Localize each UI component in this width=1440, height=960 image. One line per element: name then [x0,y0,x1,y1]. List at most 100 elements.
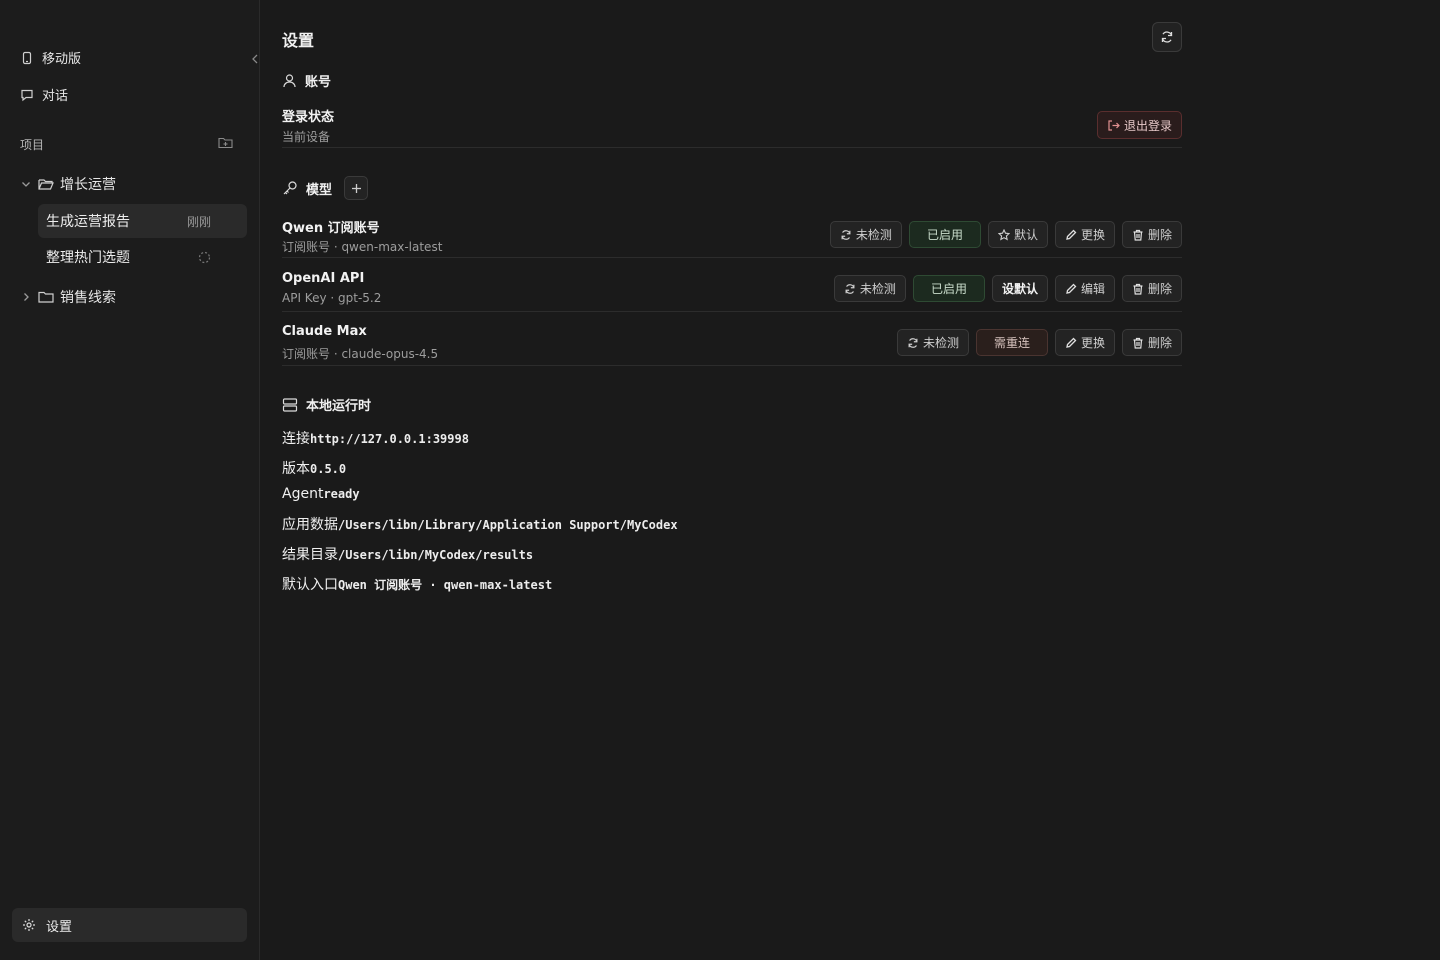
status-label: 需重连 [993,336,1030,350]
set-default-button[interactable]: 设默认 [991,275,1048,302]
set-default-button[interactable]: 默认 [987,221,1048,248]
runtime-row-connection: 连接 http://127.0.0.1:39998 [282,428,469,448]
action-label: 更换 [1080,336,1105,350]
project-sales[interactable]: 销售线索 [20,287,116,307]
pencil-icon [1065,229,1077,241]
check-label: 未检测 [855,228,892,242]
page-title: 设置 [282,31,315,50]
account-heading: 账号 [305,75,332,90]
chevron-right-icon[interactable] [20,291,32,303]
model-sub: API Key · gpt-5.2 [282,291,382,305]
sidebar-item-mobile[interactable]: 移动版 [20,48,81,67]
runtime-value: ready [323,487,360,501]
runtime-label: 应用数据 [282,517,338,533]
login-status-row: 登录状态 当前设备 退出登录 [282,104,1182,148]
sidebar-item-label: 对话 [42,89,69,104]
delete-button[interactable]: 删除 [1121,329,1182,356]
refresh-icon [844,283,856,295]
model-row: OpenAI API API Key · gpt-5.2 未检测 已启用 设默认… [282,268,1182,312]
default-label: 默认 [1013,228,1038,242]
chevron-down-icon[interactable] [20,178,32,190]
collapse-sidebar-icon[interactable] [250,52,260,66]
delete-label: 删除 [1147,228,1172,242]
default-label: 设默认 [1001,282,1038,296]
status-badge[interactable]: 需重连 [975,329,1048,356]
runtime-label: 结果目录 [282,547,338,563]
thread-item-topics[interactable]: 整理热门选题 [38,240,247,274]
trash-icon [1132,283,1144,295]
new-folder-icon[interactable] [218,136,233,149]
refresh-icon [840,229,852,241]
replace-button[interactable]: 更换 [1054,221,1115,248]
model-name: Qwen 订阅账号 [282,221,380,236]
sidebar-settings-button[interactable]: 设置 [12,908,247,942]
runtime-label: 默认入口 [282,577,338,593]
sidebar-item-chat[interactable]: 对话 [20,85,68,104]
trash-icon [1132,337,1144,349]
logout-icon [1107,119,1120,132]
status-badge[interactable]: 已启用 [912,275,985,302]
edit-button[interactable]: 编辑 [1054,275,1115,302]
delete-label: 删除 [1147,336,1172,350]
user-icon [282,73,297,88]
refresh-button[interactable] [1152,22,1182,52]
check-label: 未检测 [859,282,896,296]
runtime-row-version: 版本 0.5.0 [282,458,346,478]
status-badge[interactable]: 已启用 [908,221,981,248]
project-name: 增长运营 [60,177,116,193]
delete-button[interactable]: 删除 [1121,221,1182,248]
runtime-row-default-entry: 默认入口 Qwen 订阅账号 · qwen-max-latest [282,574,552,594]
refresh-icon [907,337,919,349]
thread-title: 整理热门选题 [46,250,130,266]
status-label: 已启用 [930,282,967,296]
models-heading: 模型 [306,182,333,198]
add-model-button[interactable] [344,176,369,200]
pencil-icon [1065,283,1077,295]
sidebar: 移动版 对话 项目 增长运营 生成运营报告 刚刚 整理热门选题 销售线索 设置 [0,0,260,960]
thread-item-report[interactable]: 生成运营报告 刚刚 [38,204,247,238]
login-status-sub: 当前设备 [282,130,331,144]
runtime-value: /Users/libn/Library/Application Support/… [338,518,678,532]
runtime-value: Qwen 订阅账号 · qwen-max-latest [338,578,553,592]
model-sub: 订阅账号 · qwen-max-latest [282,240,443,254]
folder-open-icon [38,177,54,191]
runtime-label: Agent [282,486,324,502]
logout-button[interactable]: 退出登录 [1096,111,1182,139]
runtime-heading: 本地运行时 [306,399,372,414]
pencil-icon [1065,337,1077,349]
replace-button[interactable]: 更换 [1054,329,1115,356]
trash-icon [1132,229,1144,241]
check-button[interactable]: 未检测 [896,329,969,356]
plus-icon [351,183,362,194]
check-button[interactable]: 未检测 [829,221,902,248]
star-icon [997,228,1010,241]
model-row: Claude Max 订阅账号 · claude-opus-4.5 未检测 需重… [282,322,1182,366]
project-name: 销售线索 [60,290,116,306]
key-icon [282,180,298,196]
runtime-section-header: 本地运行时 [282,395,371,414]
model-name: OpenAI API [282,271,365,286]
account-section-header: 账号 [282,71,331,90]
model-row: Qwen 订阅账号 订阅账号 · qwen-max-latest 未检测 已启用… [282,214,1182,258]
settings-label: 设置 [46,919,73,935]
runtime-row-agent: Agent ready [282,486,360,502]
model-sub: 订阅账号 · claude-opus-4.5 [282,347,439,361]
delete-button[interactable]: 删除 [1121,275,1182,302]
loading-spinner-icon [198,251,211,264]
folder-icon [38,290,54,304]
chat-icon [20,88,34,102]
logout-label: 退出登录 [1123,118,1172,133]
runtime-value: 0.5.0 [310,462,347,476]
action-label: 编辑 [1080,282,1105,296]
runtime-value: http://127.0.0.1:39998 [310,432,469,446]
delete-label: 删除 [1147,282,1172,296]
gear-icon [22,918,36,932]
runtime-row-results: 结果目录/Users/libn/MyCodex/results [282,544,533,564]
sidebar-item-label: 移动版 [42,52,82,67]
runtime-label: 版本 [282,461,310,477]
model-name: Claude Max [282,324,367,339]
thread-timestamp: 刚刚 [186,214,211,229]
refresh-icon [1160,30,1174,44]
check-button[interactable]: 未检测 [833,275,906,302]
project-growth[interactable]: 增长运营 [20,174,116,194]
